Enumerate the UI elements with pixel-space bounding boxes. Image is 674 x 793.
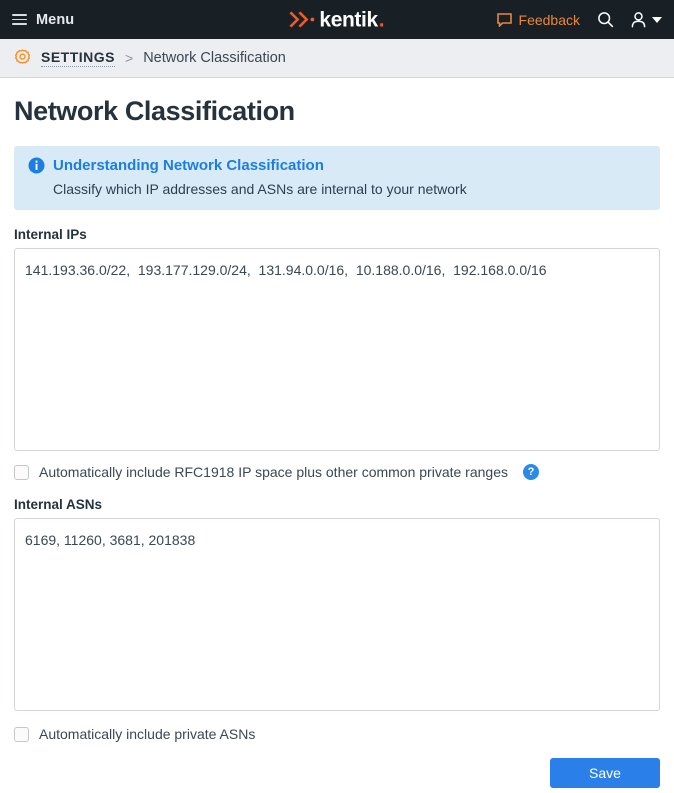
search-icon bbox=[598, 12, 614, 28]
auto-include-private-asns-row: Automatically include private ASNs bbox=[14, 726, 660, 742]
internal-ips-label: Internal IPs bbox=[14, 227, 87, 242]
hamburger-icon bbox=[12, 14, 27, 25]
auto-include-private-asns-checkbox[interactable] bbox=[14, 726, 29, 742]
menu-button[interactable]: Menu bbox=[12, 12, 74, 28]
breadcrumb-settings-label: SETTINGS bbox=[41, 49, 116, 67]
auto-include-private-asns-label[interactable]: Automatically include private ASNs bbox=[39, 726, 255, 742]
help-circle-icon[interactable]: ? bbox=[522, 464, 539, 480]
save-button[interactable]: Save bbox=[550, 758, 660, 788]
top-nav-actions: Feedback bbox=[496, 11, 662, 28]
info-callout-body: Classify which IP addresses and ASNs are… bbox=[53, 181, 467, 197]
page-title: Network Classification bbox=[14, 96, 295, 126]
breadcrumb-current-page: Network Classification bbox=[143, 50, 286, 66]
breadcrumb: SETTINGS > Network Classification bbox=[0, 39, 674, 78]
info-icon bbox=[28, 157, 45, 174]
gear-icon bbox=[14, 48, 31, 64]
page-content: Network Classification Understanding Net… bbox=[0, 78, 674, 788]
internal-ips-input[interactable] bbox=[14, 248, 660, 451]
auto-include-rfc1918-row: Automatically include RFC1918 IP space p… bbox=[14, 464, 660, 480]
speech-bubble-icon bbox=[496, 12, 512, 27]
menu-button-label: Menu bbox=[36, 11, 75, 28]
info-callout: Understanding Network Classification Cla… bbox=[14, 146, 660, 210]
breadcrumb-separator: > bbox=[125, 50, 134, 66]
breadcrumb-item-settings[interactable]: SETTINGS bbox=[13, 48, 116, 68]
kentik-logo[interactable]: kentik . bbox=[289, 8, 385, 31]
user-icon bbox=[631, 11, 646, 27]
internal-asns-label: Internal ASNs bbox=[14, 497, 103, 512]
feedback-button-label: Feedback bbox=[518, 11, 580, 28]
chevron-down-icon bbox=[652, 16, 662, 23]
info-callout-title: Understanding Network Classification bbox=[53, 157, 324, 174]
info-callout-header: Understanding Network Classification bbox=[28, 157, 646, 174]
form-actions: Save bbox=[14, 758, 660, 788]
user-menu-button[interactable] bbox=[631, 11, 662, 28]
kentik-chevron-icon bbox=[289, 11, 315, 28]
auto-include-rfc1918-label[interactable]: Automatically include RFC1918 IP space p… bbox=[39, 464, 508, 480]
auto-include-rfc1918-checkbox[interactable] bbox=[14, 464, 29, 480]
feedback-button[interactable]: Feedback bbox=[496, 11, 580, 28]
top-navigation-bar: Menu kentik . Feedback bbox=[0, 0, 674, 39]
kentik-wordmark-punct: . bbox=[378, 8, 385, 31]
internal-asns-input[interactable] bbox=[14, 518, 660, 711]
kentik-wordmark: kentik bbox=[319, 8, 378, 31]
search-button[interactable] bbox=[597, 11, 614, 28]
